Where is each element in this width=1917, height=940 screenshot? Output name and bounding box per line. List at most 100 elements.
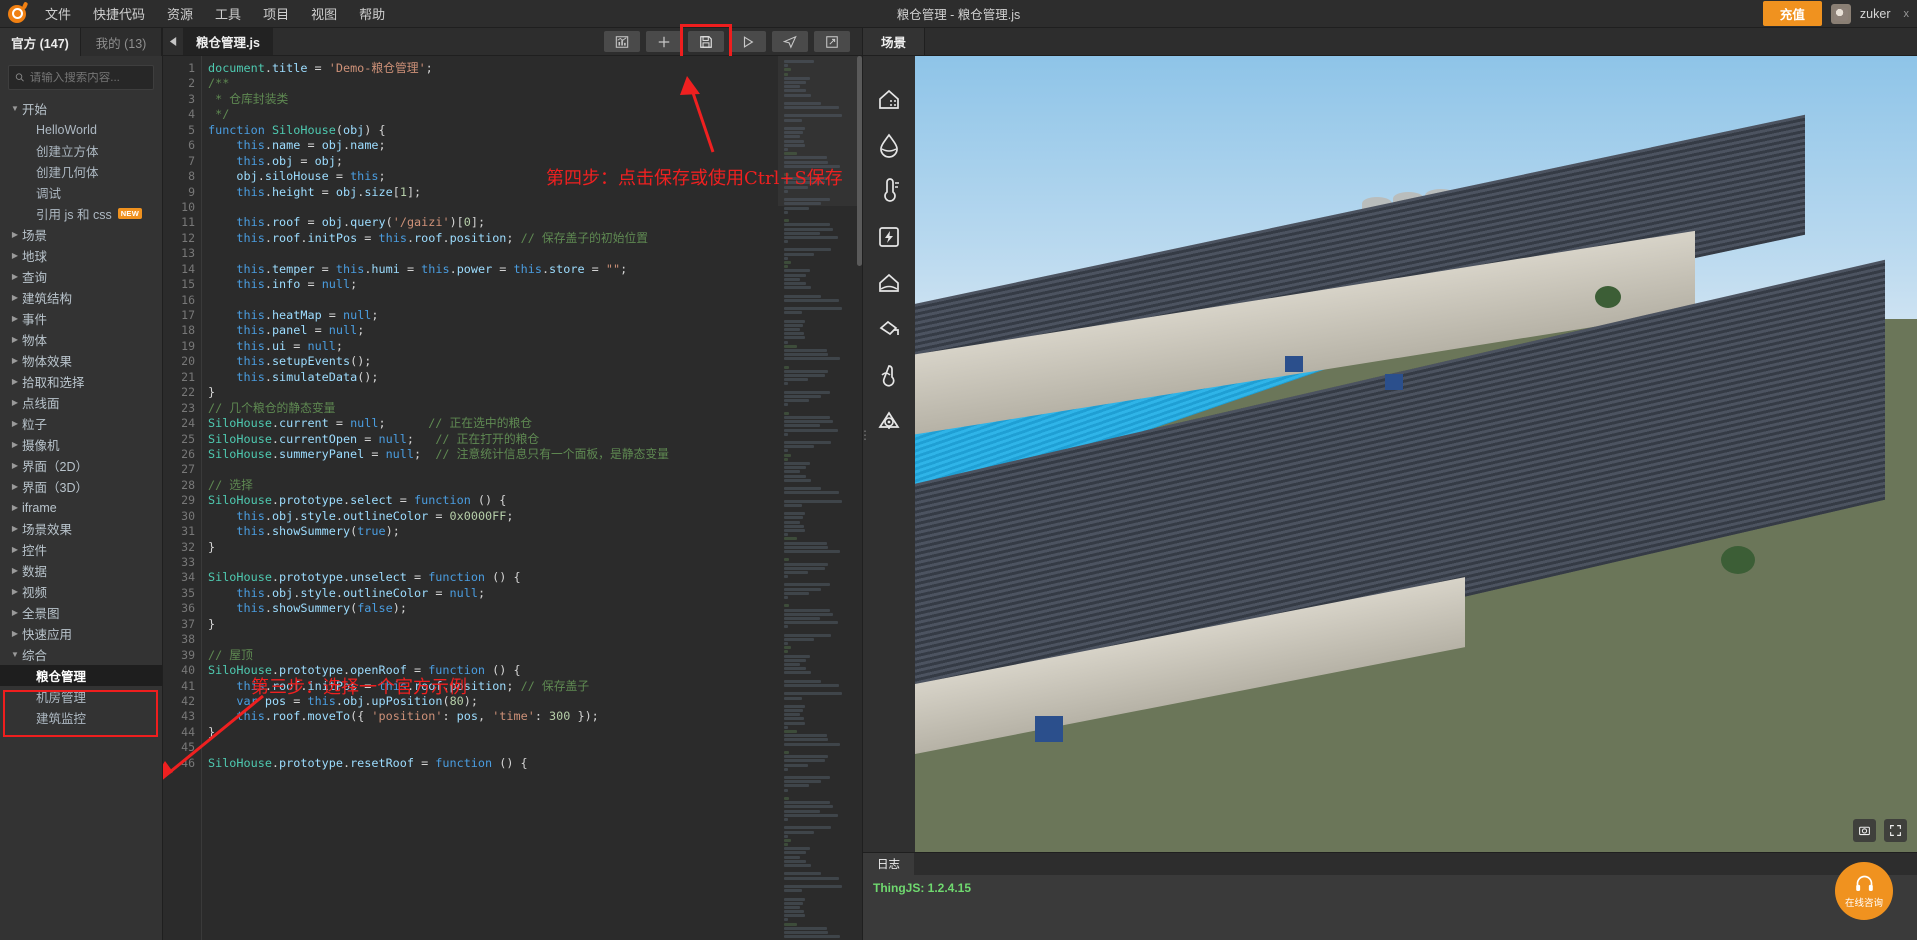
caret-right-icon[interactable]: ▶ [8, 608, 22, 617]
caret-right-icon[interactable]: ▶ [8, 461, 22, 470]
location-pin-icon[interactable] [876, 408, 902, 434]
tree-item[interactable]: 创建几何体 [0, 161, 162, 182]
run-button[interactable] [730, 31, 766, 52]
tab-official[interactable]: 官方 (147) [0, 28, 81, 56]
online-chat-button[interactable]: 在线咨询 [1835, 862, 1893, 920]
code-line[interactable]: this.ui = null; [208, 339, 862, 354]
warehouse-icon[interactable] [876, 86, 902, 112]
caret-right-icon[interactable]: ▶ [8, 545, 22, 554]
editor-file-tab[interactable]: 粮仓管理.js [183, 28, 273, 55]
search-box[interactable] [8, 65, 154, 90]
code-line[interactable]: function SiloHouse(obj) { [208, 123, 862, 138]
code-area[interactable]: 1 2 3 4 5 6 7 8 9 10 11 12 13 14 15 16 17 18 19 20 21 22 23 24 2… [163, 56, 862, 940]
new-file-button[interactable] [646, 31, 682, 52]
tree-item[interactable]: ▶ 全景图 [0, 602, 162, 623]
code-line[interactable]: this.obj.style.outlineColor = null; [208, 586, 862, 601]
fullscreen-icon[interactable] [1884, 819, 1907, 842]
code-line[interactable]: * 仓库封装类 [208, 92, 862, 107]
tab-mine[interactable]: 我的 (13) [81, 28, 162, 56]
panel-splitter[interactable] [858, 28, 871, 940]
caret-right-icon[interactable]: ▶ [8, 230, 22, 239]
code-line[interactable] [208, 293, 862, 308]
avatar[interactable] [1830, 3, 1851, 24]
tree-item[interactable]: ▼ 综合 [0, 644, 162, 665]
menu-tools[interactable]: 工具 [204, 0, 252, 27]
code-line[interactable]: SiloHouse.current = null; // 正在选中的粮仓 [208, 416, 862, 431]
tree-item[interactable]: ▶ 场景 [0, 224, 162, 245]
thermometer-icon[interactable] [876, 178, 902, 204]
code-line[interactable]: this.obj.style.outlineColor = 0x0000FF; [208, 509, 862, 524]
tree-item[interactable]: ▶ 界面（3D） [0, 476, 162, 497]
code-line[interactable]: SiloHouse.currentOpen = null; // 正在打开的粮仓 [208, 432, 862, 447]
code-line[interactable]: this.temper = this.humi = this.power = t… [208, 262, 862, 277]
grain-sensor-icon[interactable] [876, 362, 902, 388]
code-line[interactable]: // 几个粮仓的静态变量 [208, 401, 862, 416]
tree-item[interactable]: ▶ 控件 [0, 539, 162, 560]
caret-right-icon[interactable]: ▶ [8, 398, 22, 407]
code-line[interactable]: /** [208, 76, 862, 91]
code-line[interactable]: */ [208, 107, 862, 122]
tree-item[interactable]: ▶ 物体效果 [0, 350, 162, 371]
code-line[interactable] [208, 246, 862, 261]
close-icon[interactable]: x [1904, 8, 1910, 20]
code-line[interactable]: } [208, 385, 862, 400]
code-line[interactable]: this.roof.moveTo({ 'position': pos, 'tim… [208, 709, 862, 724]
code-line[interactable]: this.setupEvents(); [208, 354, 862, 369]
code-line[interactable]: // 选择 [208, 478, 862, 493]
tree-item[interactable]: ▼ 开始 [0, 98, 162, 119]
screenshot-icon[interactable] [1853, 819, 1876, 842]
tree-item[interactable]: HelloWorld [0, 119, 162, 140]
menu-file[interactable]: 文件 [34, 0, 82, 27]
tree-item[interactable]: ▶ 点线面 [0, 392, 162, 413]
scene-3d-viewport[interactable] [915, 56, 1917, 852]
save-button[interactable] [688, 31, 724, 52]
tree-item[interactable]: ▶ iframe [0, 497, 162, 518]
code-line[interactable] [208, 632, 862, 647]
caret-right-icon[interactable]: ▶ [8, 524, 22, 533]
menu-project[interactable]: 项目 [252, 0, 300, 27]
tree-item[interactable]: ▶ 查询 [0, 266, 162, 287]
code-line[interactable]: } [208, 540, 862, 555]
tree-item[interactable]: ▶ 地球 [0, 245, 162, 266]
menu-resource[interactable]: 资源 [156, 0, 204, 27]
caret-right-icon[interactable]: ▶ [8, 272, 22, 281]
humidity-drop-icon[interactable] [876, 132, 902, 158]
caret-right-icon[interactable]: ▶ [8, 293, 22, 302]
caret-right-icon[interactable]: ▶ [8, 440, 22, 449]
tree-item[interactable]: 粮仓管理 [0, 665, 162, 686]
code-line[interactable]: this.heatMap = null; [208, 308, 862, 323]
publish-button[interactable] [772, 31, 808, 52]
code-line[interactable]: document.title = 'Demo-粮仓管理'; [208, 61, 862, 76]
code-line[interactable]: SiloHouse.prototype.select = function ()… [208, 493, 862, 508]
menu-quickcode[interactable]: 快捷代码 [82, 0, 156, 27]
tree-item[interactable]: ▶ 快速应用 [0, 623, 162, 644]
code-line[interactable] [208, 200, 862, 215]
tree-item[interactable]: 机房管理 [0, 686, 162, 707]
caret-right-icon[interactable]: ▶ [8, 566, 22, 575]
tree-item[interactable]: ▶ 物体 [0, 329, 162, 350]
code-line[interactable]: } [208, 617, 862, 632]
code-line[interactable]: SiloHouse.summeryPanel = null; // 注意统计信息… [208, 447, 862, 462]
menu-help[interactable]: 帮助 [348, 0, 396, 27]
caret-down-icon[interactable]: ▼ [8, 650, 22, 659]
tree-item[interactable]: 建筑监控 [0, 707, 162, 728]
caret-right-icon[interactable]: ▶ [8, 377, 22, 386]
code-line[interactable]: this.info = null; [208, 277, 862, 292]
tab-scene[interactable]: 场景 [863, 28, 926, 55]
tree-item[interactable]: ▶ 界面（2D） [0, 455, 162, 476]
caret-right-icon[interactable]: ▶ [8, 356, 22, 365]
code-line[interactable]: // 屋顶 [208, 648, 862, 663]
code-line[interactable]: this.simulateData(); [208, 370, 862, 385]
code-line[interactable]: this.name = obj.name; [208, 138, 862, 153]
code-line[interactable] [208, 462, 862, 477]
tree-item[interactable]: ▶ 摄像机 [0, 434, 162, 455]
chart-icon-button[interactable] [604, 31, 640, 52]
tree-item[interactable]: ▶ 粒子 [0, 413, 162, 434]
code-line[interactable]: this.panel = null; [208, 323, 862, 338]
code-line[interactable]: this.roof.initPos = this.roof.position; … [208, 231, 862, 246]
tree-item[interactable]: ▶ 建筑结构 [0, 287, 162, 308]
caret-down-icon[interactable]: ▼ [8, 104, 22, 113]
tree-item[interactable]: 调试 [0, 182, 162, 203]
open-new-window-button[interactable] [814, 31, 850, 52]
caret-right-icon[interactable]: ▶ [8, 587, 22, 596]
